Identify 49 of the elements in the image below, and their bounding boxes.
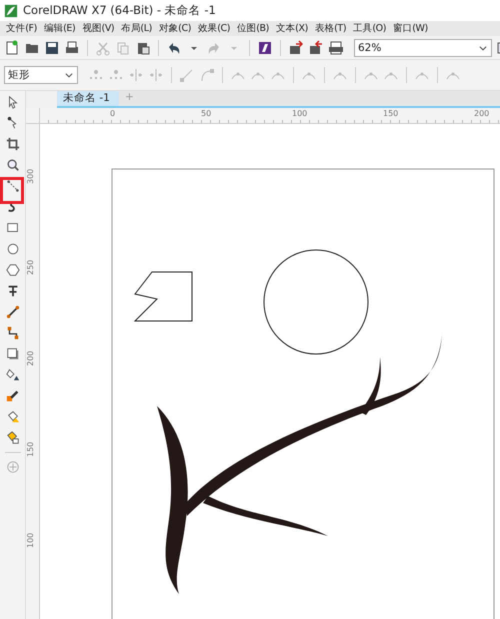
ruler-label: 0	[110, 109, 116, 118]
parallel-dimension-icon[interactable]	[6, 305, 20, 319]
app-logo-icon	[4, 4, 18, 18]
align-nodes-icon[interactable]	[148, 67, 164, 83]
polygon-shape	[134, 272, 192, 322]
menu-item[interactable]: 文本(X)	[272, 22, 311, 35]
interactive-fill-icon[interactable]	[6, 410, 20, 424]
menu-item[interactable]: 效果(C)	[194, 22, 234, 35]
menu-item[interactable]: 表格(T)	[310, 22, 350, 35]
menu-item[interactable]: 布局(L)	[117, 22, 155, 35]
connector-tool-icon[interactable]	[6, 326, 20, 340]
ruler-label: 100	[26, 532, 35, 548]
ruler-label: 200	[26, 350, 35, 366]
ruler-label: 150	[383, 109, 398, 118]
document-tab[interactable]: 未命名 -1	[57, 91, 119, 106]
transparency-tool-icon[interactable]	[6, 368, 20, 382]
object-type-dropdown[interactable]: 矩形	[4, 66, 78, 84]
text-tool-icon[interactable]	[6, 284, 20, 298]
ruler-label: 100	[292, 109, 308, 118]
ellipse-tool-icon[interactable]	[6, 242, 20, 256]
rectangle-tool-icon[interactable]	[6, 221, 20, 235]
save-icon[interactable]	[44, 40, 60, 56]
ruler-label: 300	[26, 168, 35, 184]
color-eyedropper-icon[interactable]	[6, 389, 20, 403]
print-icon[interactable]	[64, 40, 80, 56]
window-title: CorelDRAW X7 (64-Bit) - 未命名 -1	[23, 3, 216, 18]
ruler-label: 150	[26, 442, 35, 457]
menu-item[interactable]: 位图(B)	[233, 22, 272, 35]
zoom-dropdown[interactable]: 62%	[354, 38, 492, 56]
menu-item[interactable]: 工具(O)	[349, 22, 390, 35]
polygon-tool-icon[interactable]	[6, 263, 20, 277]
dimension-tool-icon[interactable]	[6, 179, 20, 193]
import-icon[interactable]	[288, 40, 304, 56]
crop-tool-icon[interactable]	[6, 137, 20, 151]
new-document-icon[interactable]	[4, 40, 20, 56]
menu-item[interactable]: 编辑(E)	[40, 22, 78, 35]
ruler-label: 200	[474, 109, 490, 118]
menu-item[interactable]: 对象(C)	[154, 22, 194, 35]
ruler-label: 50	[201, 109, 212, 118]
menu-item[interactable]: 视图(V)	[78, 22, 118, 35]
smart-fill-icon[interactable]	[6, 431, 20, 445]
drop-shadow-tool-icon[interactable]	[6, 347, 20, 361]
menu-item[interactable]: 窗口(W)	[389, 22, 431, 35]
app-icon[interactable]	[257, 40, 273, 56]
align-nodes-icon[interactable]	[128, 67, 144, 83]
export-icon[interactable]	[308, 40, 324, 56]
zoom-tool-icon[interactable]	[6, 158, 20, 172]
menu-item[interactable]: 文件(F)	[2, 22, 40, 35]
ruler-label: 250	[26, 260, 35, 275]
